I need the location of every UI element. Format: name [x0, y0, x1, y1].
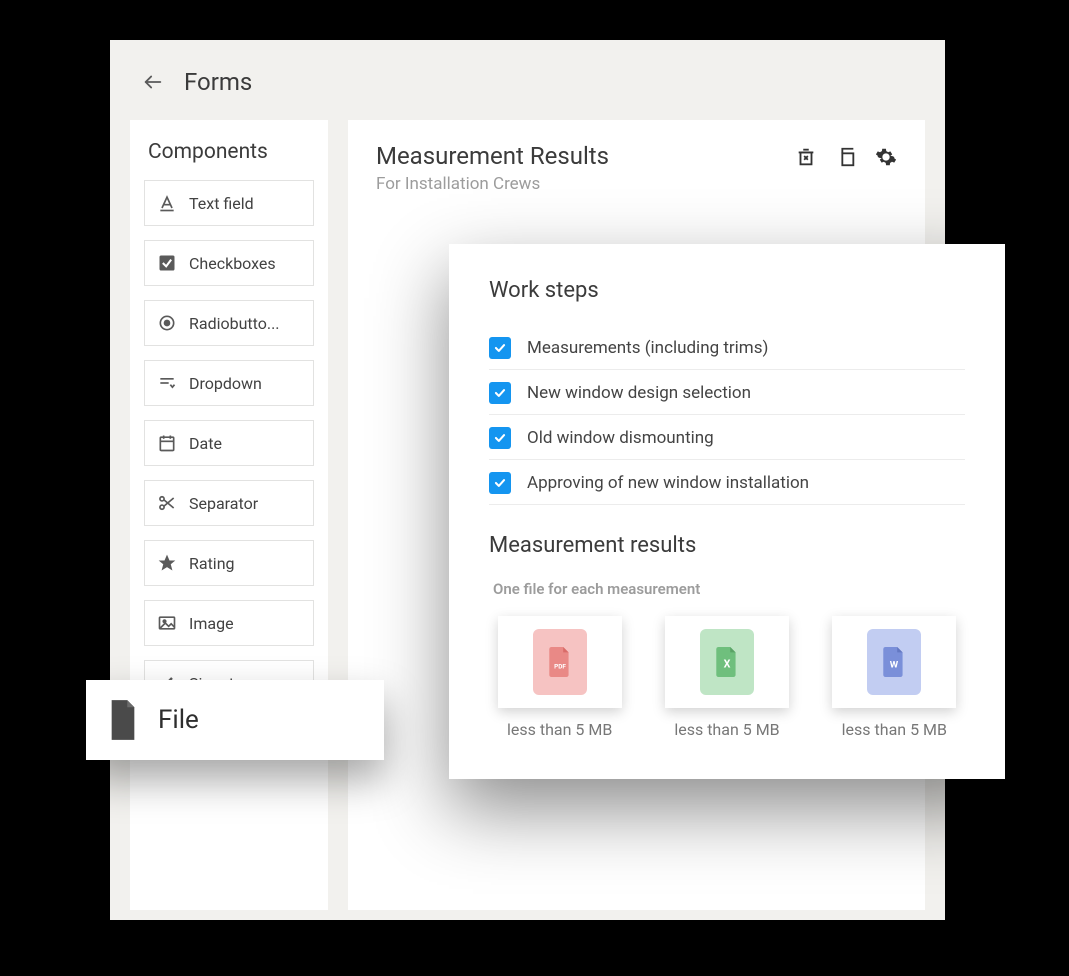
measurement-results-title: Measurement results	[489, 533, 965, 558]
checkbox-icon	[157, 253, 177, 273]
calendar-icon	[157, 433, 177, 453]
form-preview-card: Work steps Measurements (including trims…	[449, 244, 1005, 779]
delete-icon[interactable]	[795, 146, 817, 168]
back-icon[interactable]	[142, 71, 164, 93]
star-icon	[157, 553, 177, 573]
scissors-icon	[157, 493, 177, 513]
file-upload-doc[interactable]: W less than 5 MB	[824, 616, 965, 739]
image-icon	[157, 613, 177, 633]
file-caption: less than 5 MB	[507, 720, 612, 739]
component-label: Checkboxes	[189, 254, 276, 273]
component-label: Dropdown	[189, 374, 262, 393]
work-step-label: Approving of new window installation	[527, 473, 809, 493]
component-checkboxes[interactable]: Checkboxes	[144, 240, 314, 286]
component-label: Date	[189, 434, 222, 453]
component-label: Image	[189, 614, 234, 633]
work-step-row[interactable]: New window design selection	[489, 370, 965, 415]
component-radiobuttons[interactable]: Radiobutto...	[144, 300, 314, 346]
svg-text:PDF: PDF	[554, 662, 566, 670]
component-text-field[interactable]: Text field	[144, 180, 314, 226]
work-steps-title: Work steps	[489, 278, 965, 303]
page-title: Forms	[184, 68, 252, 96]
checkbox-checked-icon[interactable]	[489, 337, 511, 359]
file-icon	[106, 700, 140, 740]
svg-text:X: X	[724, 657, 731, 670]
component-separator[interactable]: Separator	[144, 480, 314, 526]
component-image[interactable]: Image	[144, 600, 314, 646]
file-hint: One file for each measurement	[493, 580, 965, 598]
settings-icon[interactable]	[875, 146, 897, 168]
copy-icon[interactable]	[835, 146, 857, 168]
excel-file-icon: X	[700, 629, 754, 695]
dropdown-icon	[157, 373, 177, 393]
word-file-icon: W	[867, 629, 921, 695]
work-step-row[interactable]: Approving of new window installation	[489, 460, 965, 505]
work-step-label: New window design selection	[527, 383, 751, 403]
checkbox-checked-icon[interactable]	[489, 427, 511, 449]
component-rating[interactable]: Rating	[144, 540, 314, 586]
file-upload-xls[interactable]: X less than 5 MB	[656, 616, 797, 739]
component-label: Separator	[189, 494, 258, 513]
file-caption: less than 5 MB	[842, 720, 947, 739]
file-upload-pdf[interactable]: PDF less than 5 MB	[489, 616, 630, 739]
sidebar-title: Components	[144, 140, 314, 164]
work-step-row[interactable]: Old window dismounting	[489, 415, 965, 460]
file-caption: less than 5 MB	[674, 720, 779, 739]
component-dropdown[interactable]: Dropdown	[144, 360, 314, 406]
work-step-label: Old window dismounting	[527, 428, 714, 448]
work-step-label: Measurements (including trims)	[527, 338, 768, 358]
dragged-component-label: File	[158, 705, 199, 735]
radio-icon	[157, 313, 177, 333]
form-title: Measurement Results	[376, 142, 609, 170]
component-label: Text field	[189, 194, 254, 213]
checkbox-checked-icon[interactable]	[489, 382, 511, 404]
component-label: Radiobutto...	[189, 314, 280, 333]
text-field-icon	[157, 193, 177, 213]
svg-text:W: W	[890, 659, 899, 670]
component-label: Rating	[189, 554, 235, 573]
dragged-component-file[interactable]: File	[86, 680, 384, 760]
components-sidebar: Components Text field Checkboxes Radiobu…	[130, 120, 328, 910]
checkbox-checked-icon[interactable]	[489, 472, 511, 494]
component-date[interactable]: Date	[144, 420, 314, 466]
work-step-row[interactable]: Measurements (including trims)	[489, 325, 965, 370]
form-subtitle: For Installation Crews	[376, 174, 609, 194]
app-header: Forms	[110, 40, 945, 120]
pdf-file-icon: PDF	[533, 629, 587, 695]
